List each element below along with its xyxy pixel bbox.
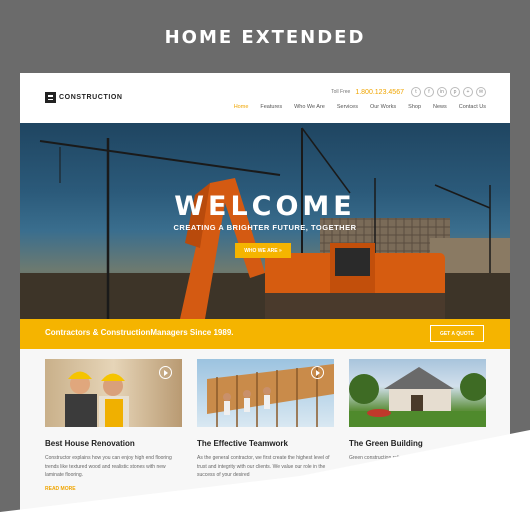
page-tear-overlay — [0, 430, 530, 524]
